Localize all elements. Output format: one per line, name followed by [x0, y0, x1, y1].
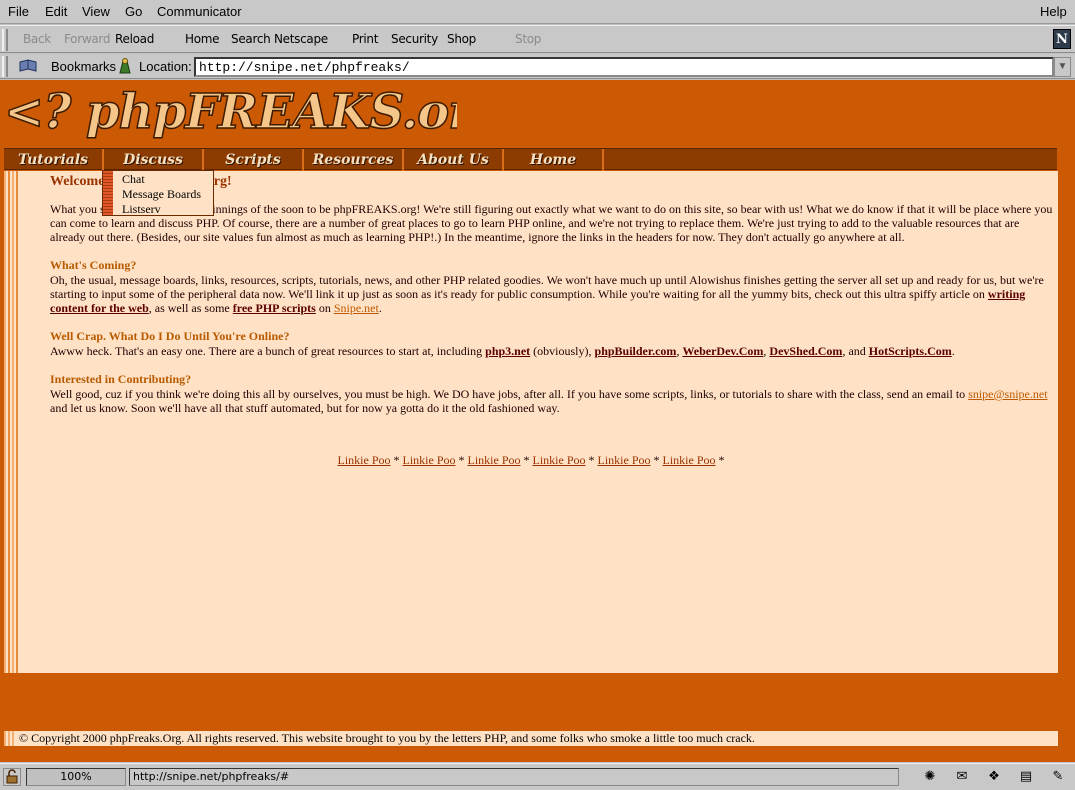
security-button[interactable]: Security — [391, 32, 438, 46]
stop-button[interactable]: Stop — [515, 32, 541, 46]
shop-button[interactable]: Shop — [447, 32, 476, 46]
address-book-icon[interactable]: ▤ — [1015, 768, 1037, 786]
reload-button[interactable]: Reload — [115, 32, 154, 46]
email-link[interactable]: snipe@snipe.net — [968, 387, 1047, 401]
dropdown-item-message-boards[interactable]: Message Boards — [122, 187, 201, 201]
nav-home[interactable]: Home — [504, 149, 604, 171]
location-toolbar: Bookmarks Location: http://snipe.net/php… — [0, 54, 1075, 79]
toolbar-grip[interactable] — [2, 29, 8, 51]
bookmarks-icon[interactable] — [18, 59, 38, 73]
site-logo[interactable]: <? phpFREAKS.org ?> — [2, 82, 457, 142]
toolbar-grip[interactable] — [2, 56, 8, 77]
crap-paragraph: Awww heck. That's an easy one. There are… — [50, 344, 955, 358]
hotscripts-link[interactable]: HotScripts.Com — [869, 344, 952, 358]
copyright-text: © Copyright 2000 phpFreaks.Org. All righ… — [19, 731, 755, 745]
dropdown-item-listserv[interactable]: Listserv — [122, 202, 161, 216]
linkie-link[interactable]: Linkie Poo — [403, 453, 456, 467]
footer-stripes — [4, 731, 14, 746]
location-icon[interactable] — [117, 57, 133, 75]
print-button[interactable]: Print — [352, 32, 378, 46]
site-nav: Tutorials Discuss Scripts Resources Abou… — [4, 148, 1057, 171]
back-button[interactable]: Back — [23, 32, 51, 46]
crap-heading: Well Crap. What Do I Do Until You're Onl… — [50, 329, 290, 343]
discussion-groups-icon[interactable]: ❖ — [983, 768, 1005, 786]
free-php-scripts-link[interactable]: free PHP scripts — [233, 301, 316, 315]
linkie-link[interactable]: Linkie Poo — [663, 453, 716, 467]
contrib-heading: Interested in Contributing? — [50, 372, 192, 386]
menu-bar: File Edit View Go Communicator Help — [0, 0, 1075, 24]
nav-scripts[interactable]: Scripts — [204, 149, 304, 171]
decorative-stripes — [4, 171, 20, 673]
nav-discuss[interactable]: Discuss — [104, 149, 204, 171]
svg-text:<? phpFREAKS.org ?>: <? phpFREAKS.org ?> — [4, 84, 457, 140]
composer-icon[interactable]: ✎ — [1047, 768, 1069, 786]
contrib-paragraph: Well good, cuz if you think we're doing … — [50, 387, 1048, 415]
security-lock-icon[interactable] — [3, 768, 21, 786]
location-label: Location: — [139, 59, 192, 74]
forward-button[interactable]: Forward — [64, 32, 110, 46]
nav-tutorials[interactable]: Tutorials — [4, 149, 104, 171]
coming-paragraph: Oh, the usual, message boards, links, re… — [50, 273, 1044, 315]
main-content: Welcome to phpFREAKS.org! What you see h… — [4, 171, 1058, 673]
menu-view[interactable]: View — [82, 4, 110, 19]
page-footer: © Copyright 2000 phpFreaks.Org. All righ… — [4, 731, 1058, 746]
weberdev-link[interactable]: WeberDev.Com — [682, 344, 763, 358]
search-button[interactable]: Search — [231, 32, 271, 46]
linkie-row: Linkie Poo * Linkie Poo * Linkie Poo * L… — [337, 453, 725, 467]
navigation-toolbar: Back Forward Reload Home Search Netscape… — [0, 25, 1075, 53]
snipe-net-link[interactable]: Snipe.net — [334, 301, 379, 315]
home-button[interactable]: Home — [185, 32, 220, 46]
status-message: http://snipe.net/phpfreaks/# — [129, 768, 899, 786]
dropdown-stripe — [103, 171, 113, 215]
linkie-link[interactable]: Linkie Poo — [338, 453, 391, 467]
netscape-logo-icon: N — [1053, 29, 1071, 49]
menu-file[interactable]: File — [8, 4, 29, 19]
bookmarks-button[interactable]: Bookmarks — [51, 59, 116, 74]
status-bar: 100% http://snipe.net/phpfreaks/# ✺ ✉ ❖ … — [0, 763, 1075, 790]
menu-help[interactable]: Help — [1040, 4, 1067, 19]
linkie-link[interactable]: Linkie Poo — [533, 453, 586, 467]
netscape-button[interactable]: Netscape — [274, 32, 328, 46]
url-dropdown-chevron-icon[interactable]: ▼ — [1054, 57, 1071, 77]
phpbuilder-link[interactable]: phpBuilder.com — [595, 344, 677, 358]
php3-net-link[interactable]: php3.net — [485, 344, 530, 358]
progress-indicator: 100% — [26, 768, 126, 786]
web-page: <? phpFREAKS.org ?> Tutorials Discuss Sc… — [0, 80, 1075, 762]
url-field[interactable]: http://snipe.net/phpfreaks/ — [194, 57, 1054, 77]
devshed-link[interactable]: DevShed.Com — [769, 344, 842, 358]
menu-edit[interactable]: Edit — [45, 4, 67, 19]
linkie-link[interactable]: Linkie Poo — [468, 453, 521, 467]
nav-resources[interactable]: Resources — [304, 149, 404, 171]
component-tray: ✺ ✉ ❖ ▤ ✎ — [905, 768, 1073, 786]
mail-icon[interactable]: ✉ — [951, 768, 973, 786]
discuss-dropdown-menu: Chat Message Boards Listserv — [102, 170, 214, 216]
nav-about-us[interactable]: About Us — [404, 149, 504, 171]
menu-communicator[interactable]: Communicator — [157, 4, 242, 19]
coming-heading: What's Coming? — [50, 258, 137, 272]
menu-go[interactable]: Go — [125, 4, 142, 19]
navigator-icon[interactable]: ✺ — [919, 768, 941, 786]
dropdown-item-chat[interactable]: Chat — [122, 172, 145, 186]
linkie-link[interactable]: Linkie Poo — [598, 453, 651, 467]
